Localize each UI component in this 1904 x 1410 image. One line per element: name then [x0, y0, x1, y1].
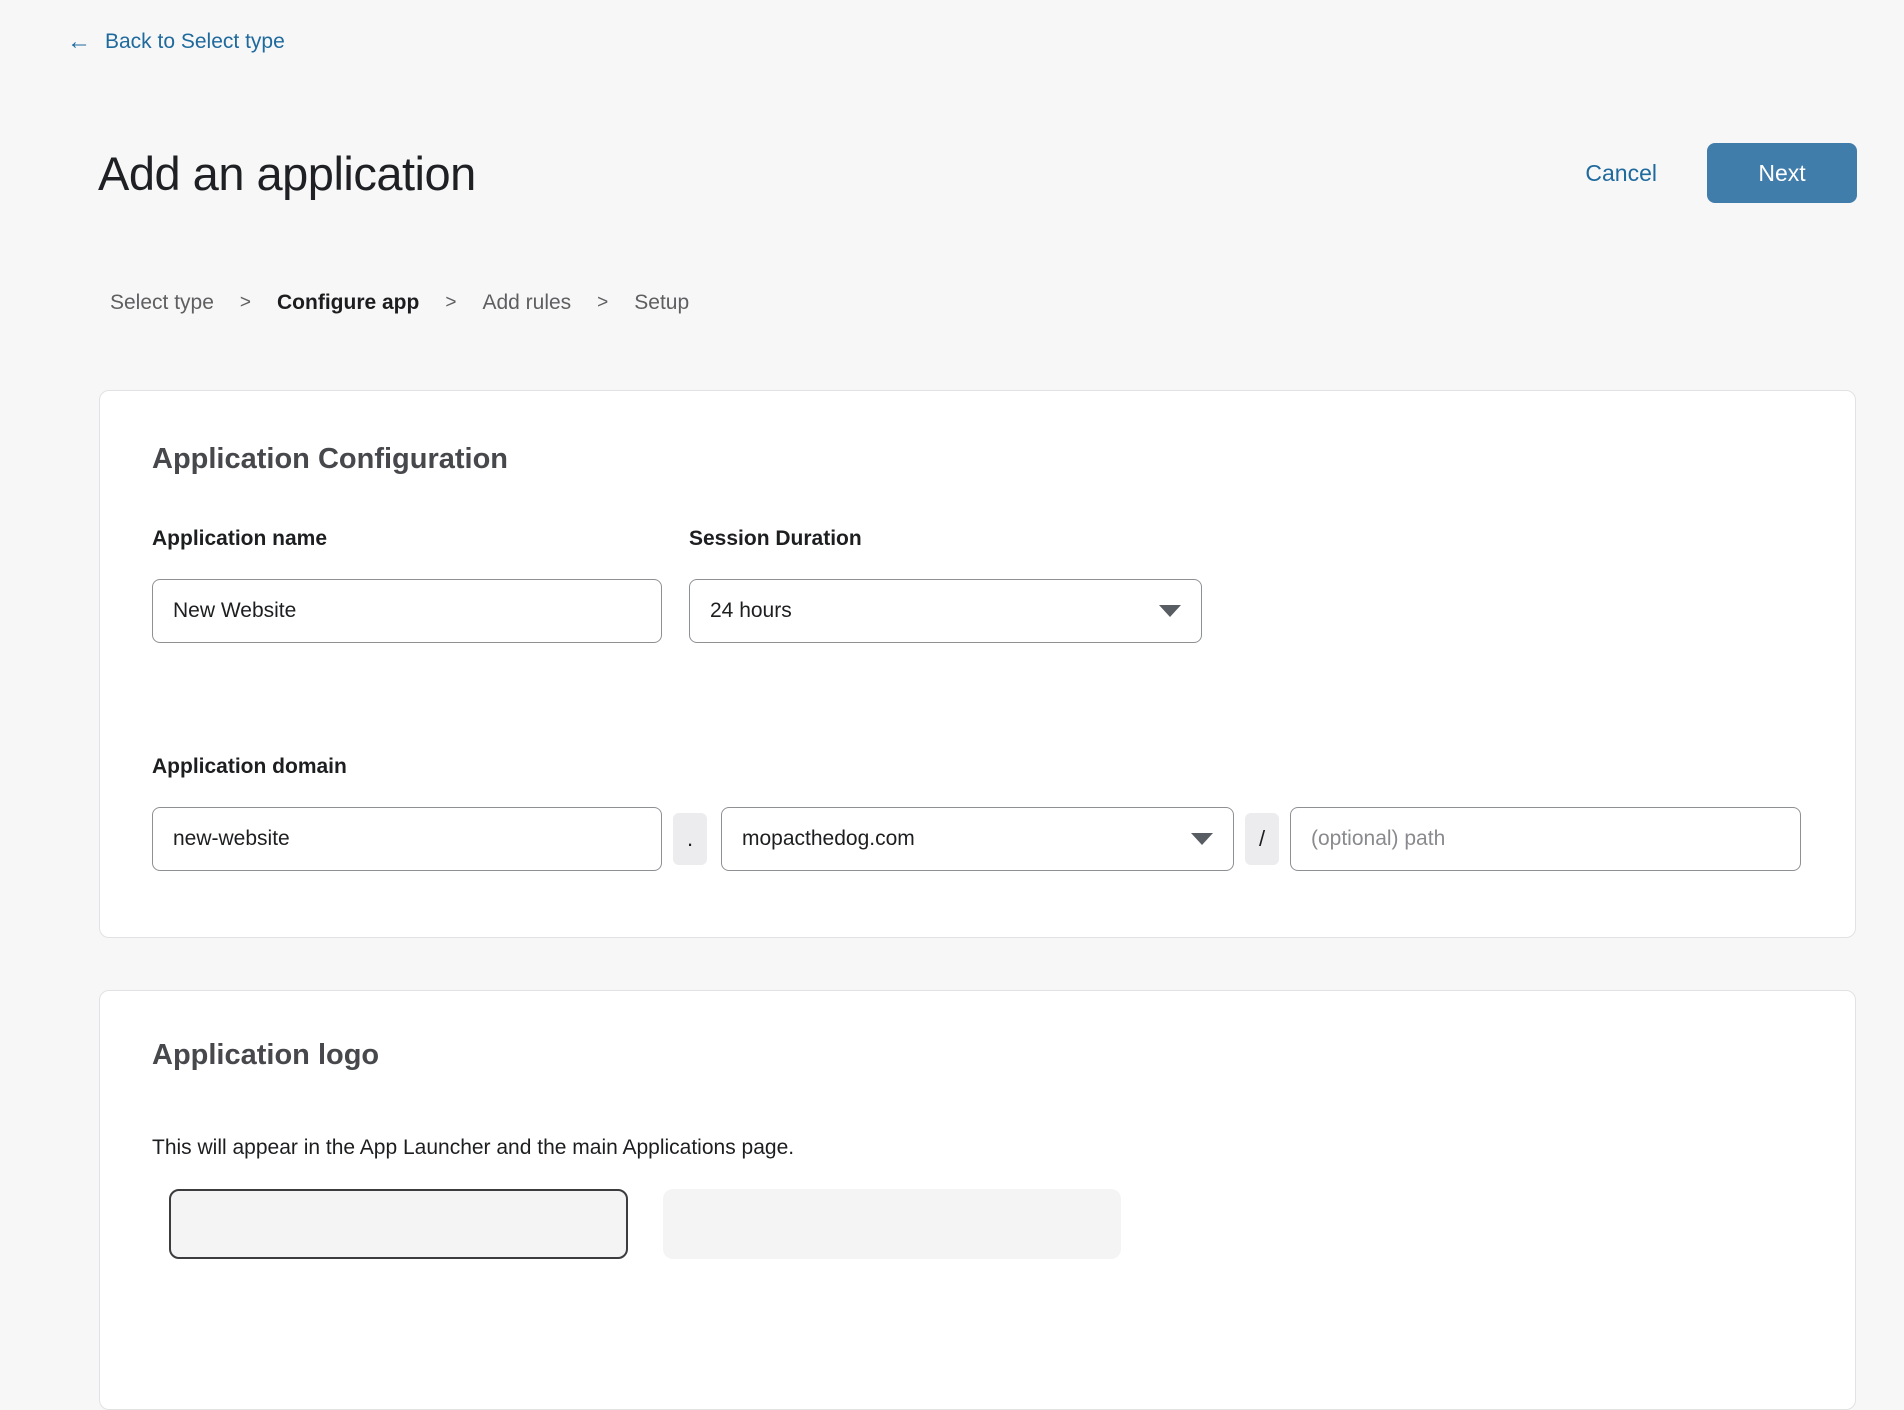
- application-subdomain-input[interactable]: [152, 807, 662, 871]
- breadcrumb-step-add-rules[interactable]: Add rules: [482, 291, 571, 315]
- logo-option-default[interactable]: [169, 1189, 628, 1259]
- chevron-down-icon: [1191, 833, 1213, 845]
- config-card-heading: Application Configuration: [152, 443, 508, 476]
- breadcrumb-step-select-type[interactable]: Select type: [110, 291, 214, 315]
- session-duration-select[interactable]: 24 hours: [689, 579, 1202, 643]
- breadcrumb-step-configure-app: Configure app: [277, 291, 419, 315]
- logo-card-description: This will appear in the App Launcher and…: [152, 1136, 794, 1160]
- application-domain-select[interactable]: mopacthedog.com: [721, 807, 1234, 871]
- breadcrumb-step-setup[interactable]: Setup: [634, 291, 689, 315]
- application-configuration-card: Application Configuration Application na…: [99, 390, 1856, 938]
- breadcrumb: Select type > Configure app > Add rules …: [110, 291, 689, 315]
- breadcrumb-separator: >: [597, 292, 608, 314]
- session-duration-value: 24 hours: [710, 599, 1147, 623]
- page-title: Add an application: [98, 146, 476, 201]
- logo-option-custom[interactable]: [663, 1189, 1121, 1259]
- page-header: Add an application Cancel Next: [98, 143, 1857, 203]
- application-domain-value: mopacthedog.com: [742, 827, 1179, 851]
- back-link-label: Back to Select type: [105, 30, 285, 54]
- next-button[interactable]: Next: [1707, 143, 1857, 203]
- back-link[interactable]: ← Back to Select type: [67, 30, 285, 54]
- breadcrumb-separator: >: [240, 292, 251, 314]
- application-domain-label: Application domain: [152, 755, 347, 779]
- application-name-label: Application name: [152, 527, 327, 551]
- logo-card-heading: Application logo: [152, 1039, 379, 1072]
- domain-dot-separator: .: [673, 813, 707, 865]
- application-logo-card: Application logo This will appear in the…: [99, 990, 1856, 1410]
- application-path-input[interactable]: [1290, 807, 1801, 871]
- session-duration-label: Session Duration: [689, 527, 862, 551]
- domain-slash-separator: /: [1245, 813, 1279, 865]
- chevron-down-icon: [1159, 605, 1181, 617]
- application-name-input[interactable]: [152, 579, 662, 643]
- cancel-button[interactable]: Cancel: [1585, 160, 1657, 187]
- back-arrow-icon: ←: [67, 30, 91, 54]
- breadcrumb-separator: >: [445, 292, 456, 314]
